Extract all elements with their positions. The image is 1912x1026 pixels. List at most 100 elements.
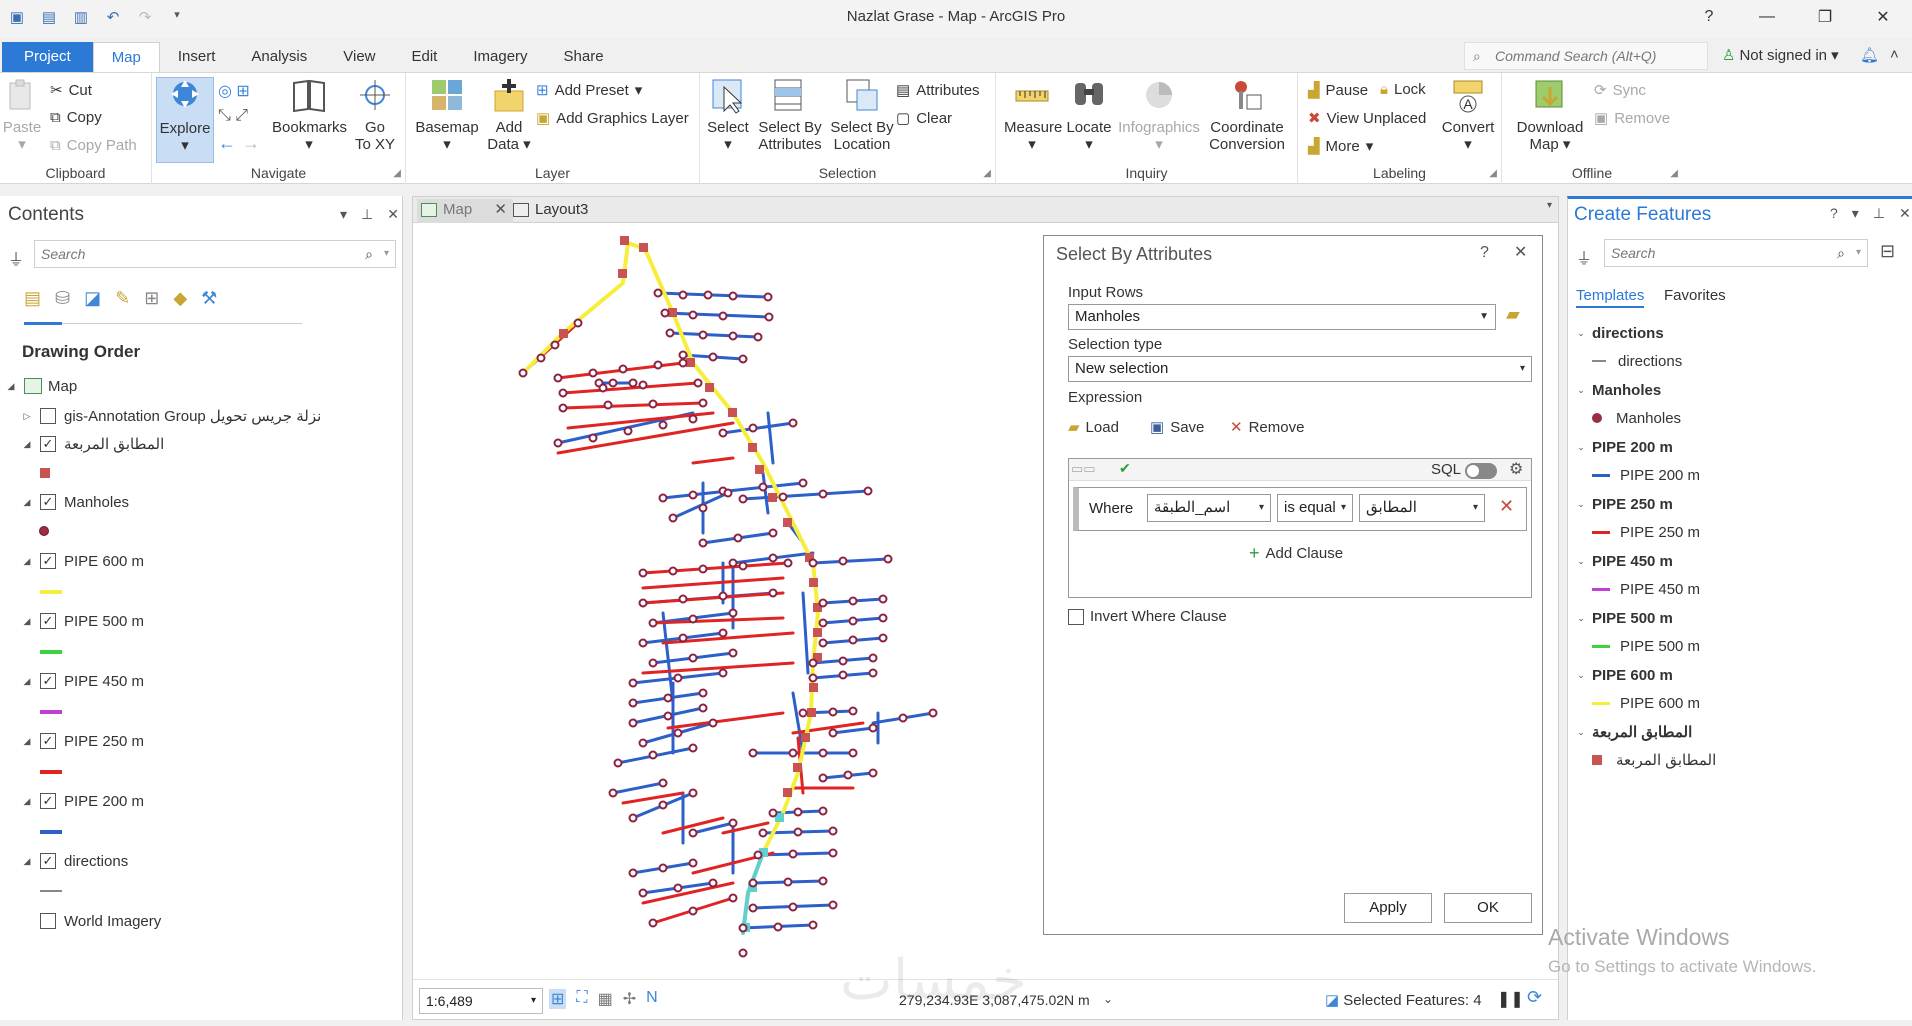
value-select[interactable]: المطابق ▾ — [1359, 494, 1485, 522]
collapse-icon[interactable]: ◢ — [20, 556, 34, 567]
tab-map[interactable]: Map — [92, 42, 160, 72]
invert-where-clause-checkbox[interactable]: Invert Where Clause — [1068, 608, 1227, 625]
sign-in-status[interactable]: ♙ Not signed in ▾ — [1722, 46, 1839, 64]
tab-project[interactable]: Project — [2, 42, 93, 72]
clause-mode-icon[interactable]: ▭▭ — [1071, 461, 1096, 477]
collapse-icon[interactable]: ◢ — [20, 616, 34, 627]
template-square-manholes[interactable]: المطابق المربعة — [1592, 749, 1716, 771]
add-graphics-layer-button[interactable]: ▣ Add Graphics Layer — [536, 109, 689, 128]
selection-type-select[interactable]: New selection ▾ — [1068, 356, 1532, 382]
collapse-icon[interactable]: ◢ — [20, 439, 34, 450]
tab-edit[interactable]: Edit — [394, 42, 456, 72]
tree-item-manholes[interactable]: ◢ ✓ Manholes — [20, 490, 130, 514]
browse-folder-icon[interactable]: ▰ — [1506, 304, 1520, 325]
template-group-pipe-450[interactable]: ⌄ PIPE 450 m — [1574, 550, 1673, 572]
load-expression-button[interactable]: ▰ Load — [1068, 418, 1119, 437]
more-labeling-button[interactable]: ▟ More ▾ — [1308, 137, 1373, 156]
copy-button[interactable]: ⧉ Copy — [50, 109, 102, 126]
collapse-icon[interactable]: ◢ — [20, 796, 34, 807]
editing-icon[interactable]: ✎ — [115, 288, 130, 309]
tab-share[interactable]: Share — [546, 42, 622, 72]
collapse-icon[interactable]: ⌄ — [1574, 499, 1588, 510]
tree-item-pipe-500[interactable]: ◢ ✓ PIPE 500 m — [20, 609, 145, 633]
collapse-icon[interactable]: ◢ — [20, 676, 34, 687]
tree-item-annotation-group[interactable]: ▷ gis-Annotation Group نزلة جريس تحويل — [20, 404, 321, 428]
template-pipe-200[interactable]: PIPE 200 m — [1592, 464, 1700, 486]
full-extent-icon[interactable]: ◎ ⊞ — [218, 81, 250, 101]
dialog-launcher-icon[interactable]: ◢ — [393, 168, 401, 179]
collapse-icon[interactable]: ◢ — [4, 381, 18, 392]
layer-visibility-checkbox[interactable]: ✓ — [40, 733, 56, 749]
layer-visibility-checkbox[interactable]: ✓ — [40, 494, 56, 510]
refresh-icon[interactable]: ⟳ — [1527, 987, 1542, 1008]
tree-item-world-imagery[interactable]: World Imagery — [34, 909, 161, 933]
collapse-icon[interactable]: ◢ — [20, 856, 34, 867]
tree-item-pipe-450[interactable]: ◢ ✓ PIPE 450 m — [20, 669, 145, 693]
command-search-input[interactable]: ⌕ Command Search (Alt+Q) — [1464, 42, 1708, 70]
settings-gear-icon[interactable]: ⚙ — [1509, 459, 1523, 479]
template-pipe-250[interactable]: PIPE 250 m — [1592, 521, 1700, 543]
remove-expression-button[interactable]: ✕ Remove — [1230, 418, 1304, 437]
tree-item-pipe-250[interactable]: ◢ ✓ PIPE 250 m — [20, 729, 145, 753]
snapping-toggle-icon[interactable]: ⛶ — [576, 989, 587, 1009]
coordinate-format-chevron-icon[interactable]: ⌄ — [1103, 992, 1113, 1006]
basemap-button[interactable]: Basemap ▾ — [412, 77, 482, 153]
sync-button[interactable]: ⟳ Sync — [1594, 81, 1646, 100]
layer-visibility-checkbox[interactable]: ✓ — [40, 673, 56, 689]
notifications-icon[interactable]: 🔔︎ — [1860, 46, 1879, 64]
collapse-icon[interactable]: ◢ — [20, 497, 34, 508]
filter-icon[interactable]: ⏚ — [8, 246, 24, 270]
tree-item-pipe-600[interactable]: ◢ ✓ PIPE 600 m — [20, 549, 145, 573]
tree-item-directions[interactable]: ◢ ✓ directions — [20, 849, 129, 873]
collapse-icon[interactable]: ⌄ — [1574, 442, 1588, 453]
template-group-pipe-250[interactable]: ⌄ PIPE 250 m — [1574, 493, 1673, 515]
convert-button[interactable]: A Convert ▾ — [1440, 77, 1496, 153]
help-button[interactable]: ? — [1680, 0, 1738, 34]
restore-button[interactable]: ❐ — [1796, 0, 1854, 34]
pane-close-icon[interactable]: ✕ — [1899, 205, 1911, 222]
layer-visibility-checkbox[interactable] — [40, 408, 56, 424]
collapse-icon[interactable]: ◢ — [20, 736, 34, 747]
constraints-icon[interactable]: ✢ — [623, 989, 636, 1009]
add-clause-button[interactable]: + Add Clause — [1249, 543, 1343, 564]
select-by-attributes-button[interactable]: Select By Attributes — [754, 77, 826, 153]
snapping-icon[interactable]: ⊞ — [144, 288, 159, 309]
dialog-launcher-icon[interactable]: ◢ — [1670, 168, 1678, 179]
go-to-xy-button[interactable]: Go To XY — [350, 77, 400, 153]
pin-icon[interactable]: ⊥ — [361, 206, 373, 223]
tree-item-square-manholes[interactable]: ◢ ✓ المطابق المربعة — [20, 432, 164, 456]
tree-item-map[interactable]: ◢ Map — [4, 374, 78, 398]
clear-selection-button[interactable]: ▢ Clear — [896, 109, 952, 128]
next-extent-icon[interactable]: → — [242, 133, 260, 154]
labeling-icon[interactable]: ◆ — [173, 288, 187, 309]
tab-insert[interactable]: Insert — [160, 42, 234, 72]
grid-toggle-icon[interactable]: ▦ — [598, 989, 613, 1009]
tab-map-view[interactable]: Map ✕ — [417, 199, 513, 223]
layer-visibility-checkbox[interactable]: ✓ — [40, 853, 56, 869]
drawing-order-icon[interactable]: ▤ — [24, 288, 41, 309]
tree-item-pipe-200[interactable]: ◢ ✓ PIPE 200 m — [20, 789, 145, 813]
download-map-button[interactable]: Download Map ▾ — [1510, 77, 1590, 153]
tab-layout3[interactable]: Layout3 — [509, 199, 619, 223]
dialog-help-icon[interactable]: ? — [1480, 244, 1489, 262]
pane-menu-icon[interactable]: ▾ — [340, 206, 347, 223]
previous-extent-icon[interactable]: ← → — [218, 133, 260, 154]
copy-path-button[interactable]: ⧉ Copy Path — [50, 137, 137, 154]
close-tab-icon[interactable]: ✕ — [494, 199, 507, 221]
template-pipe-450[interactable]: PIPE 450 m — [1592, 578, 1700, 600]
close-button[interactable]: ✕ — [1854, 0, 1912, 34]
manage-templates-icon[interactable]: ⊟ — [1880, 241, 1895, 262]
data-source-icon[interactable]: ⛁ — [55, 288, 70, 309]
infographics-button[interactable]: Infographics ▾ — [1118, 77, 1200, 153]
selection-icon[interactable]: ◪ — [84, 288, 101, 309]
template-group-manholes[interactable]: ⌄ Manholes — [1574, 379, 1661, 401]
layer-visibility-checkbox[interactable]: ✓ — [40, 553, 56, 569]
pause-drawing-icon[interactable]: ❚❚ — [1497, 989, 1524, 1009]
delete-clause-icon[interactable]: ✕ — [1499, 496, 1514, 517]
template-manholes[interactable]: Manholes — [1592, 407, 1681, 429]
dialog-launcher-icon[interactable]: ◢ — [983, 168, 991, 179]
bookmarks-button[interactable]: Bookmarks ▾ — [272, 77, 347, 153]
collapse-icon[interactable]: ⌄ — [1574, 613, 1588, 624]
layer-visibility-checkbox[interactable]: ✓ — [40, 436, 56, 452]
ok-button[interactable]: OK — [1444, 893, 1532, 923]
